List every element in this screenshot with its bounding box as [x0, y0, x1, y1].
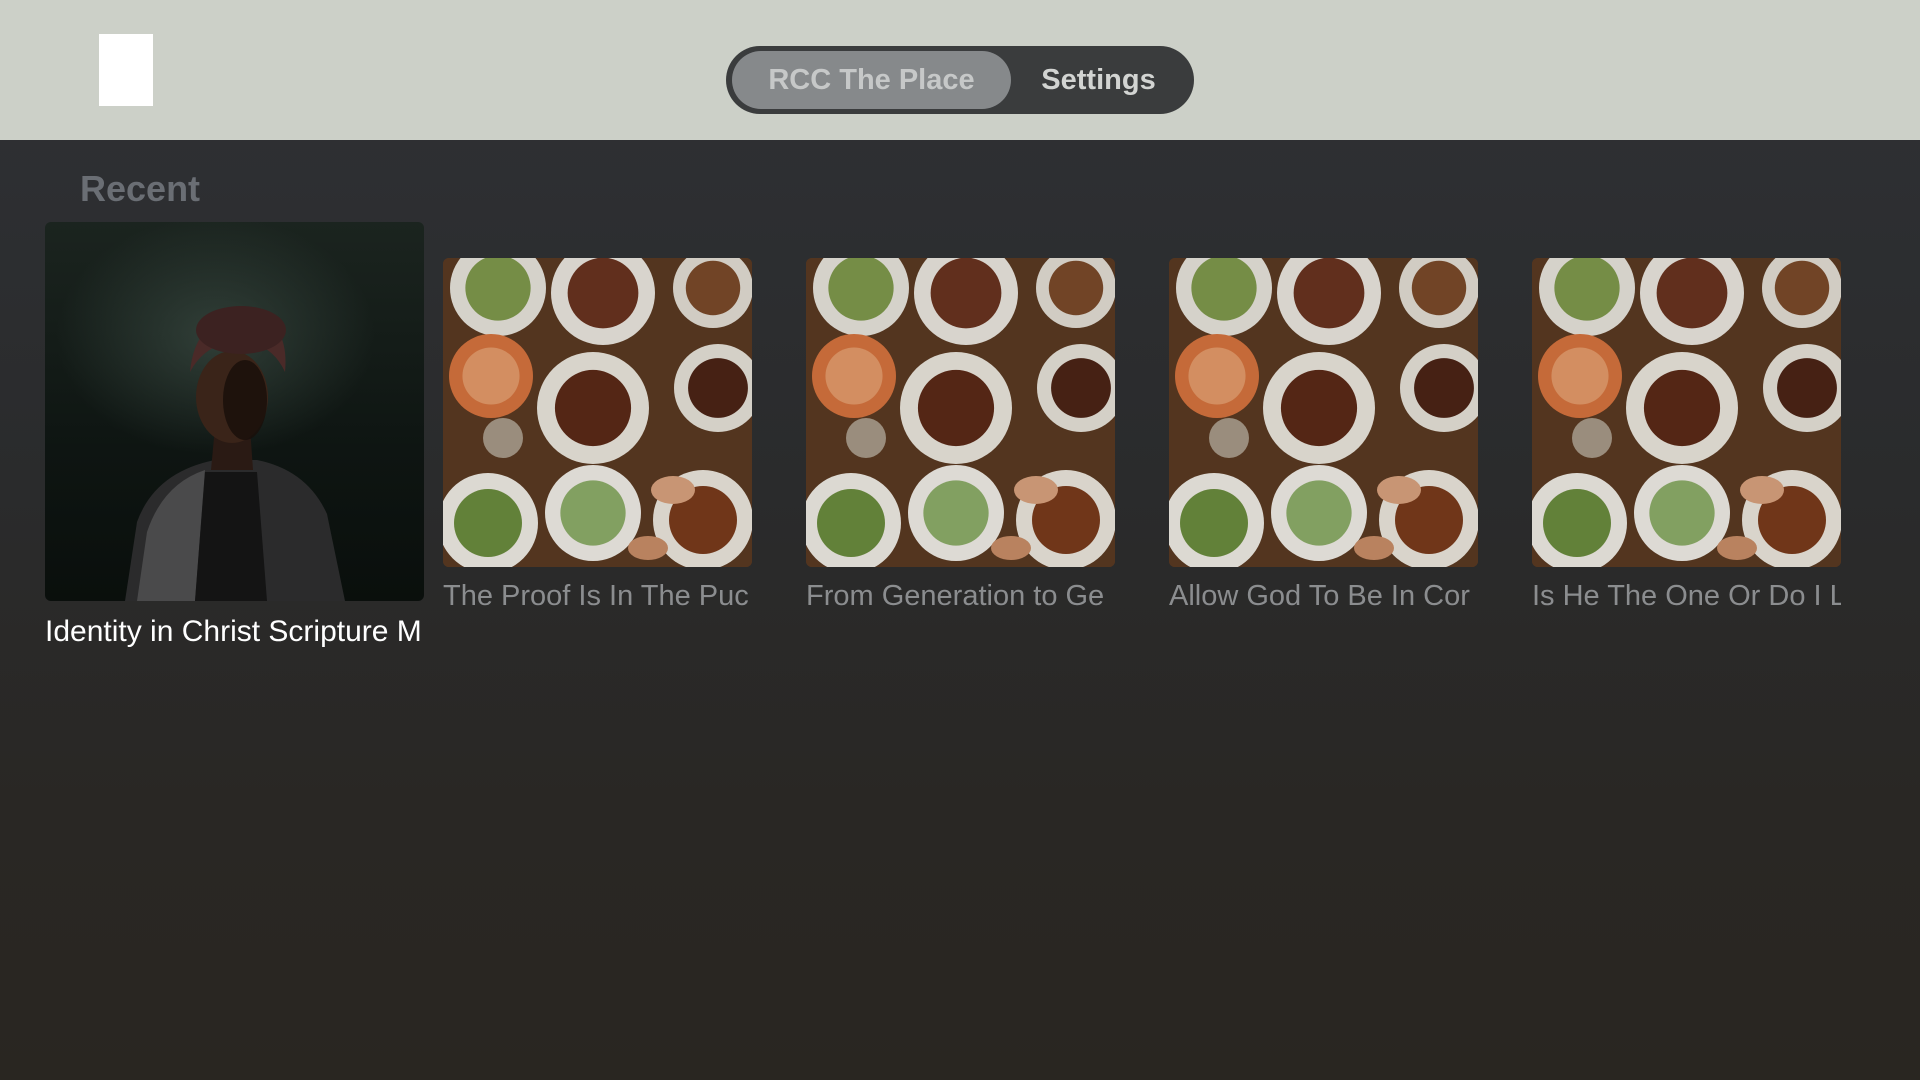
tile-title: From Generation to Ge [806, 580, 1105, 612]
food-image [1532, 258, 1841, 567]
food-image [443, 258, 752, 567]
top-bar: RCC The Place Settings [0, 0, 1920, 140]
recent-tile[interactable]: The Proof Is In The Puc [443, 258, 752, 628]
tile-title: The Proof Is In The Puc [443, 580, 749, 612]
tile-thumbnail [806, 258, 1115, 567]
tile-title: Is He The One Or Do I L [1532, 580, 1841, 612]
tab-rcc-the-place[interactable]: RCC The Place [732, 51, 1011, 109]
tile-title: Identity in Christ Scripture M [45, 615, 422, 648]
tile-thumbnail [443, 258, 752, 567]
food-image [806, 258, 1115, 567]
tile-thumbnail [1169, 258, 1478, 567]
food-image [1169, 258, 1478, 567]
app-logo [99, 34, 153, 106]
tile-thumbnail [1532, 258, 1841, 567]
recent-tile[interactable]: From Generation to Ge [806, 258, 1115, 628]
section-title-recent: Recent [80, 168, 201, 209]
recent-tile[interactable]: Allow God To Be In Cor [1169, 258, 1478, 628]
tile-title: Allow God To Be In Cor [1169, 580, 1470, 612]
portrait-image [125, 306, 345, 601]
tab-bar: RCC The Place Settings [726, 46, 1194, 114]
recent-tile[interactable]: Identity in Christ Scripture M [45, 222, 424, 662]
tile-thumbnail [45, 222, 424, 601]
tab-settings[interactable]: Settings [1011, 51, 1186, 109]
recent-tile[interactable]: Is He The One Or Do I L [1532, 258, 1841, 628]
